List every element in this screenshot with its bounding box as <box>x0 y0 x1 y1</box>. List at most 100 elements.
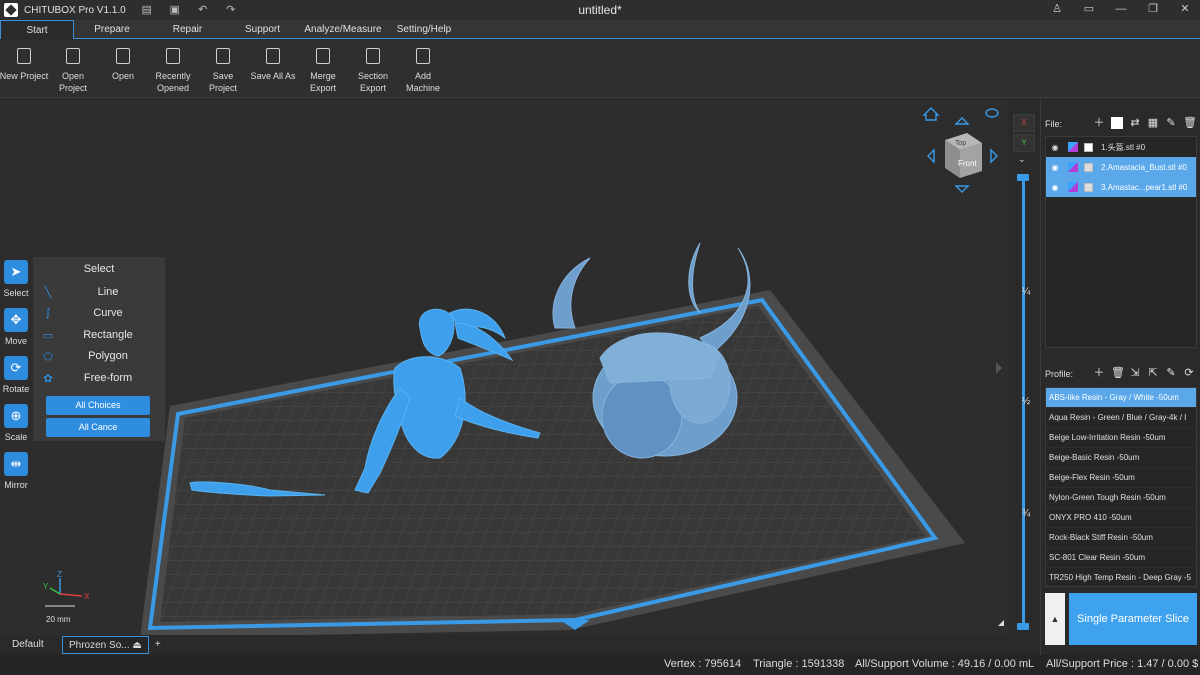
save-icon[interactable]: ▣ <box>168 3 182 17</box>
profile-item[interactable]: Beige Low-Irritation Resin -50um <box>1046 428 1196 448</box>
new-project-button[interactable]: New Project <box>0 48 49 82</box>
tab-repair[interactable]: Repair <box>150 20 225 39</box>
view-up-arrow-icon[interactable] <box>954 117 970 125</box>
x-view-button[interactable]: X <box>1013 114 1035 132</box>
layer-slider-bottom-handle[interactable] <box>1017 623 1029 630</box>
delete-icon[interactable]: 🗑 <box>1183 117 1197 129</box>
profile-item[interactable]: SC-801 Clear Resin -50um <box>1046 548 1196 568</box>
select-option-free-form[interactable]: ✿ Free-form <box>39 369 159 387</box>
home-view-icon[interactable] <box>922 107 940 121</box>
navigation-cube[interactable]: Top Front <box>945 133 982 178</box>
file-name: 1.头盔.stl #0 <box>1101 142 1146 152</box>
profile-item[interactable]: Nylon-Green Tough Resin -50um <box>1046 488 1196 508</box>
import-profile-icon[interactable]: ⇲ <box>1129 367 1141 379</box>
profile-item[interactable]: Rock-Black Stiff Resin -50um <box>1046 528 1196 548</box>
swap-icon[interactable]: ⇄ <box>1129 117 1141 129</box>
export-profile-icon[interactable]: ⇱ <box>1147 367 1159 379</box>
collapse-panel-arrow-icon[interactable] <box>996 362 1002 374</box>
model-cube-icon <box>1068 142 1078 152</box>
tab-phrozen-label: Phrozen So... <box>69 640 130 651</box>
app-title: CHITUBOX Pro V1.1.0 <box>24 4 126 16</box>
grid-icon[interactable]: ▦ <box>1147 117 1159 129</box>
file-row[interactable]: ◉ 2.Amastacia_Bust.stl #0 <box>1046 157 1196 177</box>
tab-phrozen[interactable]: Phrozen So... ⏏ <box>62 636 149 654</box>
restore-icon[interactable]: ❐ <box>1146 2 1160 16</box>
add-machine-button[interactable]: Add Machine <box>398 48 448 94</box>
select-option-polygon[interactable]: ⬠ Polygon <box>39 347 159 365</box>
file-checkbox[interactable] <box>1084 142 1093 152</box>
y-view-button[interactable]: Y <box>1013 134 1035 152</box>
select-option-curve[interactable]: ∫ Curve <box>39 304 159 322</box>
select-option-line[interactable]: ╲ Line <box>39 283 159 301</box>
tab-support[interactable]: Support <box>225 20 300 39</box>
line-icon: ╲ <box>44 286 52 299</box>
visibility-eye-icon[interactable] <box>985 108 999 118</box>
close-icon[interactable]: ✕ <box>1178 2 1192 16</box>
profile-item[interactable]: ABS-like Resin - Gray / White -50um <box>1046 388 1196 408</box>
delete-profile-icon[interactable]: 🗑 <box>1111 367 1125 379</box>
select-option-rectangle[interactable]: ▭ Rectangle <box>39 326 159 344</box>
tab-phrozen-menu-icon[interactable]: ⏏ <box>132 640 141 651</box>
file-checkbox[interactable] <box>1084 182 1093 192</box>
layer-slider-top-handle[interactable] <box>1017 174 1029 181</box>
eye-icon[interactable]: ◉ <box>1048 143 1062 152</box>
save-project-button[interactable]: Save Project <box>198 48 248 94</box>
minimize-icon[interactable]: — <box>1114 2 1128 16</box>
file-checkbox[interactable] <box>1084 162 1093 172</box>
rectangle-icon: ▭ <box>42 329 54 342</box>
rotate-tool[interactable]: ⟳ Rotate <box>2 356 30 394</box>
curve-label: Curve <box>93 307 123 319</box>
redo-icon[interactable]: ↷ <box>224 3 238 17</box>
open-project-icon <box>66 48 80 64</box>
profile-item[interactable]: Beige-Basic Resin -50um <box>1046 448 1196 468</box>
single-parameter-slice-button[interactable]: Single Parameter Slice <box>1069 593 1197 645</box>
open-project-button[interactable]: Open Project <box>48 48 98 94</box>
profile-item[interactable]: Aqua Resin - Green / Blue / Gray-4k / I <box>1046 408 1196 428</box>
eye-icon[interactable]: ◉ <box>1048 163 1062 172</box>
axis-x-label: X <box>84 592 90 601</box>
scale-tool[interactable]: ⊕ Scale <box>2 404 30 442</box>
chevron-down-icon[interactable]: ⌄ <box>1018 154 1026 165</box>
undo-icon[interactable]: ↶ <box>196 3 210 17</box>
view-down-arrow-icon[interactable] <box>954 185 970 193</box>
all-cancel-button[interactable]: All Cance <box>46 418 150 437</box>
tab-analyze-measure[interactable]: Analyze/Measure <box>300 20 386 39</box>
add-label-2: Machine <box>405 83 441 93</box>
profile-item[interactable]: TR250 High Temp Resin - Deep Gray -5 <box>1046 568 1196 588</box>
open-button[interactable]: Open <box>98 48 148 82</box>
new-file-icon[interactable]: ▤ <box>140 3 154 17</box>
edit-profile-icon[interactable]: ✎ <box>1165 367 1177 379</box>
recently-opened-button[interactable]: Recently Opened <box>148 48 198 94</box>
merge-export-icon <box>316 48 330 64</box>
tab-prepare[interactable]: Prepare <box>74 20 150 39</box>
view-left-arrow-icon[interactable] <box>927 148 935 164</box>
move-tool[interactable]: ✥ Move <box>2 308 30 346</box>
eye-icon[interactable]: ◉ <box>1048 183 1062 192</box>
section-export-button[interactable]: Section Export <box>348 48 398 94</box>
save-all-as-button[interactable]: Save All As <box>248 48 298 82</box>
resize-corner-icon <box>998 620 1004 626</box>
all-choices-button[interactable]: All Choices <box>46 396 150 415</box>
profile-item[interactable]: ONYX PRO 410 -50um <box>1046 508 1196 528</box>
view-right-arrow-icon[interactable] <box>990 148 998 164</box>
add-tab-button[interactable]: + <box>149 636 167 654</box>
mirror-tool[interactable]: ⇹ Mirror <box>2 452 30 490</box>
profile-item[interactable]: Beige-Flex Resin -50um <box>1046 468 1196 488</box>
tab-setting-help[interactable]: Setting/Help <box>386 20 462 39</box>
file-row[interactable]: ◉ 1.头盔.stl #0 <box>1046 137 1196 157</box>
merge-label-1: Merge <box>310 71 336 81</box>
slice-mode-toggle[interactable]: ▲ <box>1045 593 1065 645</box>
add-file-icon[interactable]: ＋ <box>1093 117 1105 129</box>
file-row[interactable]: ◉ 3.Amastac...pear1.stl #0 <box>1046 177 1196 197</box>
section-export-icon <box>366 48 380 64</box>
merge-export-button[interactable]: Merge Export <box>298 48 348 94</box>
add-profile-icon[interactable]: ＋ <box>1093 367 1105 379</box>
screen-icon[interactable]: ▭ <box>1082 2 1096 16</box>
user-icon[interactable]: ♙ <box>1050 2 1064 16</box>
tab-start[interactable]: Start <box>0 20 74 39</box>
edit-icon[interactable]: ✎ <box>1165 117 1177 129</box>
select-all-checkbox-icon[interactable] <box>1111 117 1123 129</box>
refresh-icon[interactable]: ⟳ <box>1183 367 1195 379</box>
tab-default[interactable]: Default <box>0 636 62 654</box>
select-tool[interactable]: ➤ Select <box>2 260 30 298</box>
